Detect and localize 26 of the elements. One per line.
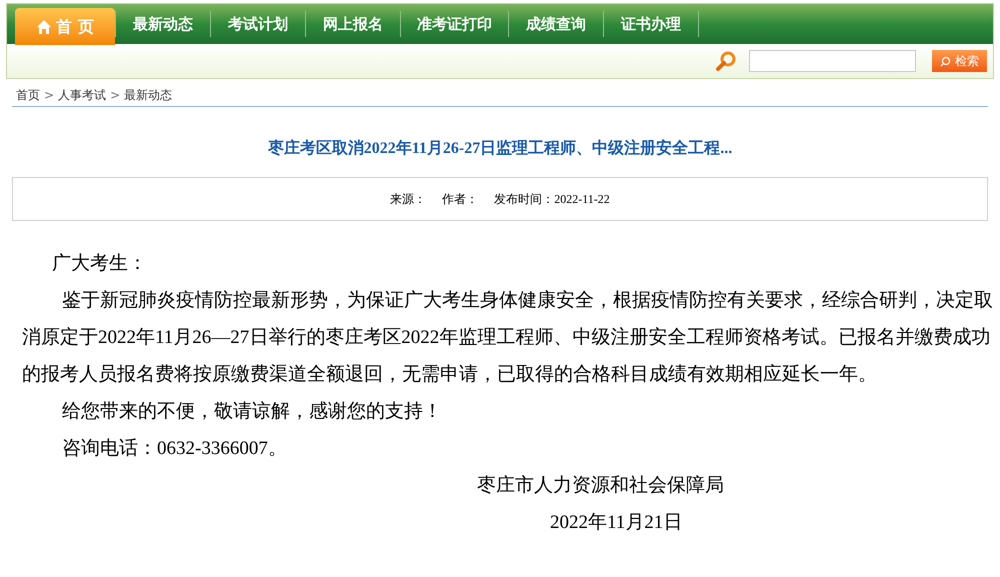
article-title: 枣庄考区取消2022年11月26-27日监理工程师、中级注册安全工程...: [266, 138, 734, 159]
search-icon: [940, 56, 951, 66]
home-icon: [36, 18, 52, 34]
meta-text: 作者：: [442, 191, 478, 208]
date-text: 2022年11月21日: [549, 511, 684, 535]
nav-tab[interactable]: 准考证打印: [401, 4, 508, 44]
breadcrumb-link[interactable]: 人事考试: [58, 86, 106, 104]
greeting-text: 广大考生：: [51, 252, 148, 276]
nav-tab[interactable]: 证书办理: [604, 4, 698, 44]
breadcrumb-link[interactable]: 首页: [16, 86, 40, 104]
paragraph: 给您带来的不便，敬请谅解，感谢您的支持！: [61, 400, 443, 424]
meta-text: 来源：: [390, 191, 426, 208]
search-button[interactable]: 检索: [932, 50, 987, 72]
search-icon: [715, 50, 737, 72]
paragraph: 咨询电话：0632-3366007。: [61, 437, 288, 461]
search-field[interactable]: [749, 50, 916, 72]
breadcrumb-link[interactable]: 最新动态: [124, 86, 172, 104]
nav-tab[interactable]: 成绩查询: [509, 4, 603, 44]
breadcrumb-separator: >: [110, 87, 120, 104]
signature-text: 枣庄市人力资源和社会保障局: [476, 474, 725, 498]
nav-tab[interactable]: 网上报名: [306, 4, 400, 44]
nav-tab[interactable]: 考试计划: [211, 4, 305, 44]
breadcrumb-separator: >: [44, 87, 54, 104]
paragraph: 鉴于新冠肺炎疫情防控最新形势，为保证广大考生身体健康安全，根据疫情防控有关要求，经综合研判，决定取消原定于2022年11月26—27日举行的枣庄考区2022年监理工程师、中级注册安全工程师资格考试。已报名并缴费成功的报考人员报名费将按原缴费渠道全额退回，无需申请，已取得的合格科目成绩有效期相应延长一年。: [22, 289, 994, 387]
nav-tab[interactable]: 最新动态: [116, 4, 210, 44]
meta-text: 发布时间：2022-11-22: [494, 191, 610, 208]
